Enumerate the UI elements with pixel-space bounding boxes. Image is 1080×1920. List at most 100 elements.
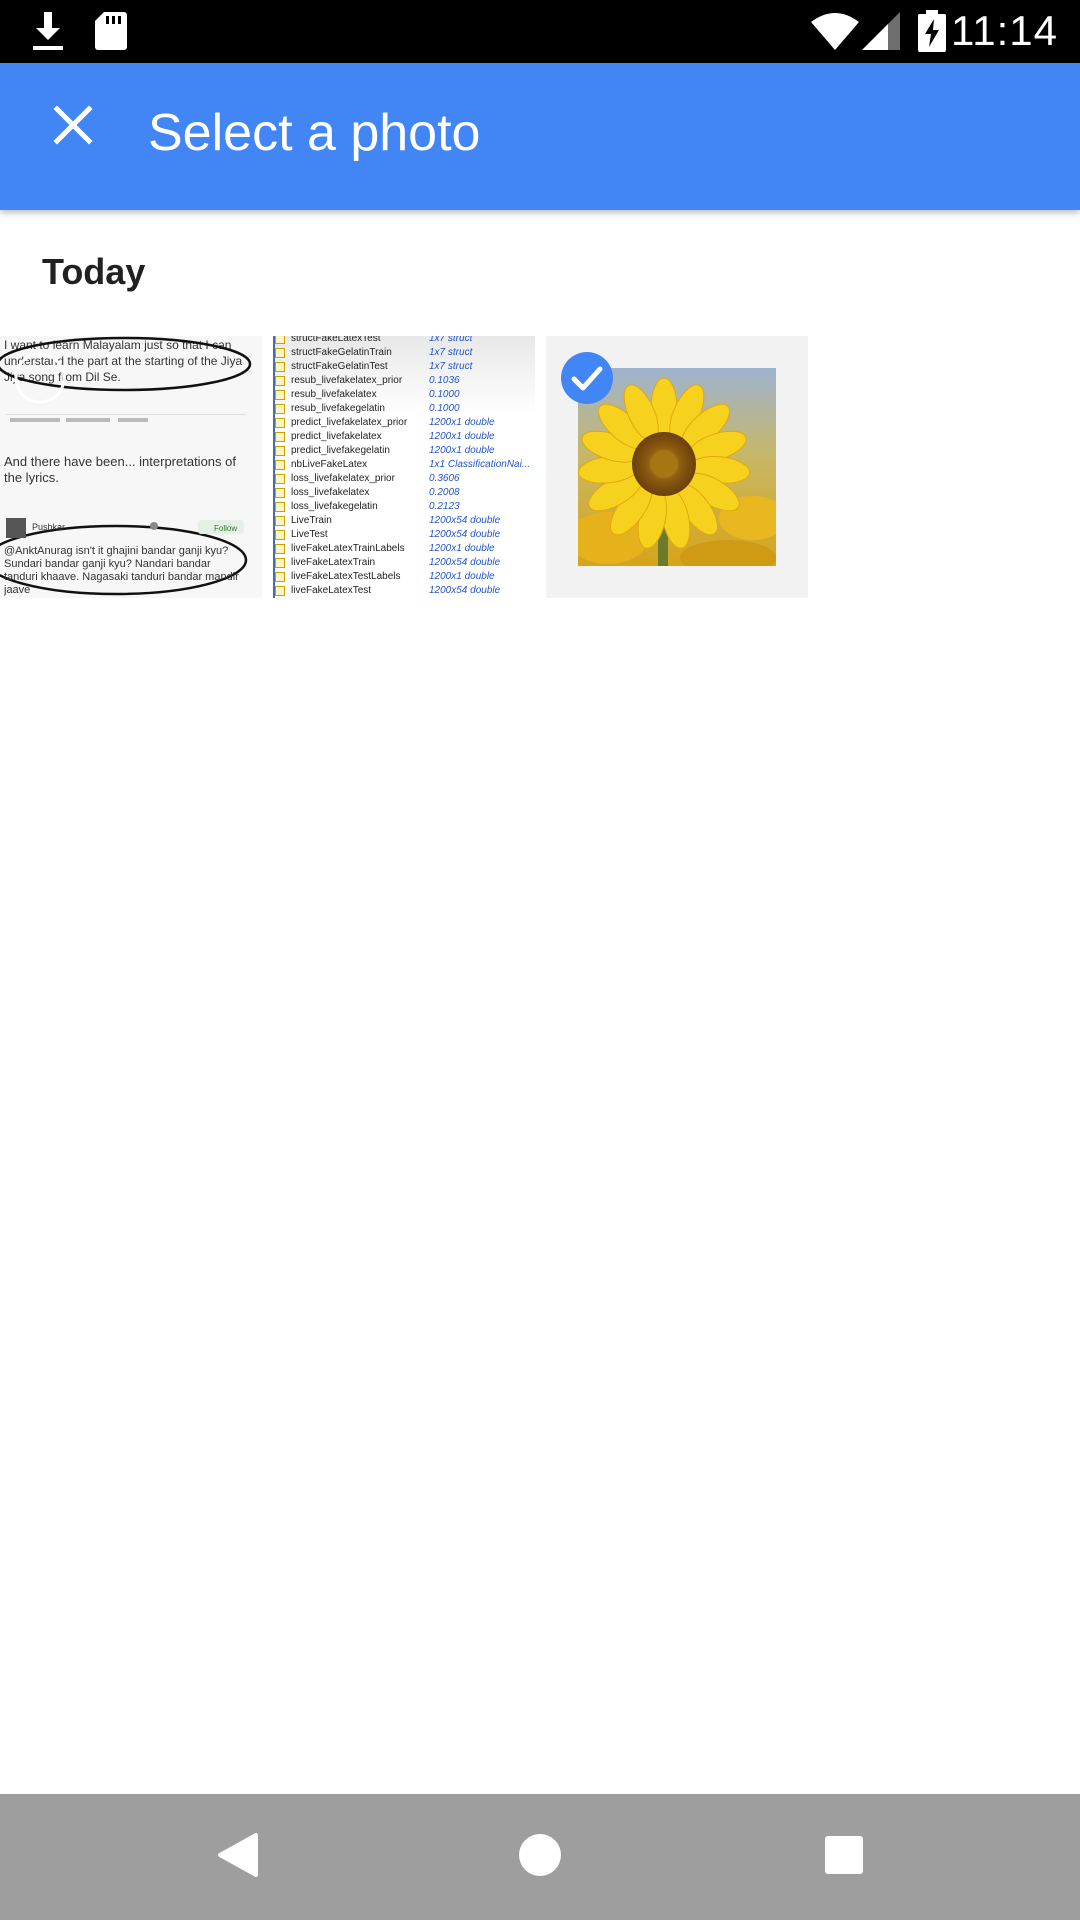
variable-value: 1200x1 double — [429, 431, 495, 442]
variable-icon — [275, 418, 285, 428]
variable-name: loss_livefakegelatin — [291, 501, 378, 512]
variable-value: 1x7 struct — [429, 347, 473, 358]
battery-charging-icon — [918, 10, 946, 57]
photo-thumbnail[interactable]: structFakeLatexTest 1x7 struct structFakeG… — [273, 336, 535, 598]
back-button[interactable] — [205, 1824, 271, 1890]
section-header-today: Today — [42, 251, 146, 292]
variable-value: 1x7 struct — [429, 336, 473, 344]
table-row: liveFakeLatexTrain 1200x54 double — [273, 556, 535, 570]
table-row: resub_livefakelatex 0.1000 — [273, 388, 535, 402]
variable-icon — [275, 336, 285, 344]
variable-icon — [275, 460, 285, 470]
table-row: structFakeGelatinTrain 1x7 struct — [273, 346, 535, 360]
variable-name: resub_livefakelatex_prior — [291, 375, 403, 386]
table-row: structFakeGelatinTest 1x7 struct — [273, 360, 535, 374]
variable-value: 1200x54 double — [429, 585, 501, 596]
variable-name: resub_livefakelatex — [291, 389, 377, 400]
home-button[interactable] — [507, 1824, 573, 1890]
photo-text-line: And there have been... interpretations o… — [4, 454, 236, 469]
variable-value: 0.1036 — [429, 375, 460, 386]
app-bar: Select a photo — [0, 63, 1080, 210]
variable-value: 1200x1 double — [429, 445, 495, 456]
variable-value: 1x7 struct — [429, 361, 473, 372]
table-row: LiveTrain 1200x54 double — [273, 514, 535, 528]
variable-value: 0.2008 — [429, 487, 460, 498]
variable-value: 1200x54 double — [429, 515, 501, 526]
table-row: liveFakeLatexTrainLabels 1200x1 double — [273, 542, 535, 556]
table-row: predict_livefakelatex 1200x1 double — [273, 430, 535, 444]
table-row: structFakeLatexTest 1x7 struct — [273, 336, 535, 346]
variable-name: structFakeLatexTest — [291, 336, 381, 344]
table-row: loss_livefakegelatin 0.2123 — [273, 500, 535, 514]
variable-icon — [275, 586, 285, 596]
variable-value: 0.2123 — [429, 501, 460, 512]
table-row: liveFakeLatexTest 1200x54 double — [273, 584, 535, 598]
variable-icon — [275, 488, 285, 498]
variable-name: LiveTest — [291, 529, 328, 540]
photo-thumbnail[interactable]: I want to learn Malayalam just so that I… — [0, 336, 262, 598]
table-row: resub_livefakelatex_prior 0.1036 — [273, 374, 535, 388]
variable-name: predict_livefakegelatin — [291, 445, 390, 456]
photo-text-line: the lyrics. — [4, 470, 59, 485]
sd-card-icon — [94, 10, 128, 55]
variable-icon — [275, 446, 285, 456]
variable-name: loss_livefakelatex — [291, 487, 370, 498]
table-row: LiveTest 1200x54 double — [273, 528, 535, 542]
photo-picker-screen: 11:14 Select a photo Today I want to lea… — [0, 0, 1080, 1920]
table-row: loss_livefakelatex_prior 0.3606 — [273, 472, 535, 486]
variable-name: loss_livefakelatex_prior — [291, 473, 395, 484]
cell-signal-icon — [862, 12, 902, 55]
variable-value: 1200x1 double — [429, 571, 495, 582]
variable-icon — [275, 404, 285, 414]
table-row: liveFakeLatexTestLabels 1200x1 double — [273, 570, 535, 584]
navigation-bar — [0, 1794, 1080, 1920]
variable-value: 0.1000 — [429, 389, 460, 400]
variable-name: resub_livefakegelatin — [291, 403, 385, 414]
variable-icon — [275, 390, 285, 400]
home-icon — [518, 1833, 562, 1882]
variable-icon — [275, 516, 285, 526]
variable-value: 0.3606 — [429, 473, 460, 484]
recents-icon — [824, 1835, 864, 1880]
variable-name: structFakeGelatinTrain — [291, 347, 392, 358]
variable-value: 1200x54 double — [429, 529, 501, 540]
photo-text-line: Pushkar — [32, 522, 66, 532]
variable-icon — [275, 530, 285, 540]
status-time: 11:14 — [951, 7, 1058, 54]
variable-name: predict_livefakelatex_prior — [291, 417, 408, 428]
table-row: resub_livefakegelatin 0.1000 — [273, 402, 535, 416]
variable-name: liveFakeLatexTrainLabels — [291, 543, 405, 554]
variable-icon — [275, 432, 285, 442]
table-row: predict_livefakegelatin 1200x1 double — [273, 444, 535, 458]
recents-button[interactable] — [811, 1824, 877, 1890]
variable-name: nbLiveFakeLatex — [291, 459, 368, 470]
photo-text-line: jaave — [4, 584, 31, 596]
variable-icon — [275, 348, 285, 358]
table-row: predict_livefakelatex_prior 1200x1 double — [273, 416, 535, 430]
close-button[interactable] — [40, 94, 106, 160]
page-title: Select a photo — [148, 104, 481, 162]
status-bar: 11:14 — [0, 0, 1080, 63]
variable-value: 0.1000 — [429, 403, 460, 414]
variable-name: predict_livefakelatex — [291, 431, 382, 442]
table-row: nbLiveFakeLatex 1x1 ClassificationNai... — [273, 458, 535, 472]
variable-icon — [275, 544, 285, 554]
photo-text-line: Follow — [214, 524, 238, 533]
variable-name: liveFakeLatexTestLabels — [291, 571, 401, 582]
variable-value: 1x1 ClassificationNai... — [429, 459, 531, 470]
variable-name: LiveTrain — [291, 515, 332, 526]
variable-value: 1200x1 double — [429, 543, 495, 554]
selected-check-icon — [561, 352, 613, 404]
wifi-icon — [810, 12, 860, 55]
table-left-edge — [273, 336, 275, 598]
close-icon — [53, 104, 93, 150]
variable-icon — [275, 572, 285, 582]
download-icon — [30, 10, 66, 57]
table-row: loss_livefakelatex 0.2008 — [273, 486, 535, 500]
variable-value: 1200x1 double — [429, 417, 495, 428]
photo-image: structFakeLatexTest 1x7 struct structFakeG… — [273, 336, 535, 598]
variable-icon — [275, 474, 285, 484]
photo-thumbnail-selected[interactable] — [546, 336, 808, 598]
variable-icon — [275, 558, 285, 568]
variable-icon — [275, 362, 285, 372]
